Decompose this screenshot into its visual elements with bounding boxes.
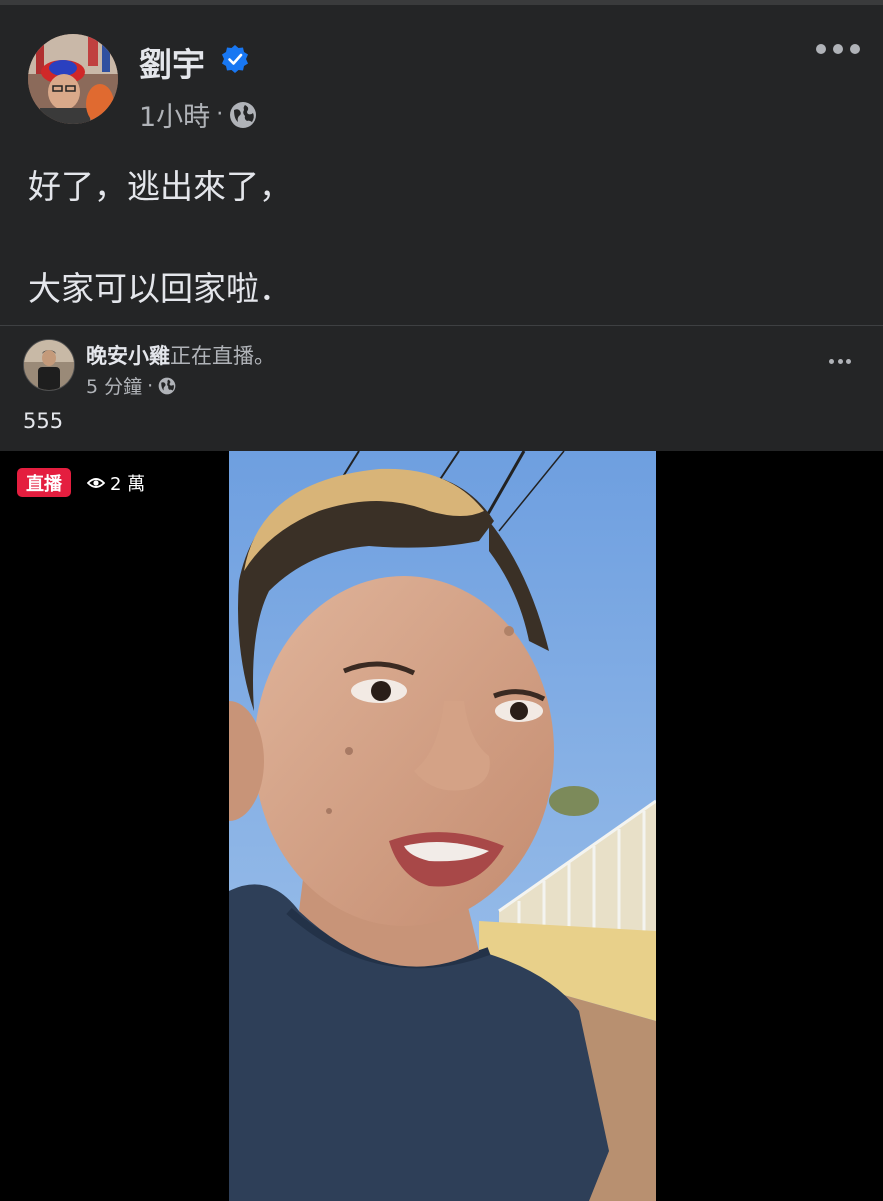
shared-meta-separator: · <box>147 374 154 397</box>
globe-icon <box>158 377 176 394</box>
author-avatar[interactable] <box>28 34 118 124</box>
shared-post[interactable]: 晚安小雞正在直播。 5 分鐘 · 555 直播 2 萬 <box>0 325 883 1201</box>
post-more-icon[interactable] <box>816 34 860 64</box>
live-video-player[interactable]: 直播 2 萬 <box>0 451 883 1201</box>
globe-icon <box>230 101 257 128</box>
eye-icon <box>87 478 105 488</box>
live-badge: 直播 <box>17 468 71 497</box>
live-status-text: 正在直播。 <box>170 344 275 368</box>
shared-more-icon[interactable] <box>829 356 851 366</box>
viewer-count: 2 萬 <box>87 470 145 496</box>
video-frame <box>229 451 656 1201</box>
post-text-line-1: 好了，逃出來了， <box>28 167 292 206</box>
viewer-count-text: 2 萬 <box>110 474 146 495</box>
post-time[interactable]: 1小時 <box>139 95 210 134</box>
meta-separator: · <box>216 102 224 127</box>
shared-time[interactable]: 5 分鐘 <box>86 372 142 399</box>
verified-icon <box>222 45 248 73</box>
shared-meta: 5 分鐘 · <box>86 372 176 399</box>
shared-author-avatar[interactable] <box>23 339 75 391</box>
shared-author-name[interactable]: 晚安小雞 <box>86 344 170 368</box>
top-divider <box>0 0 883 5</box>
shared-post-text: 555 <box>23 409 64 433</box>
author-name[interactable]: 劉宇 <box>139 38 205 86</box>
shared-title: 晚安小雞正在直播。 <box>86 340 275 370</box>
post-meta: 1小時 · <box>139 95 257 134</box>
post-text-line-2: 大家可以回家啦． <box>28 269 292 308</box>
